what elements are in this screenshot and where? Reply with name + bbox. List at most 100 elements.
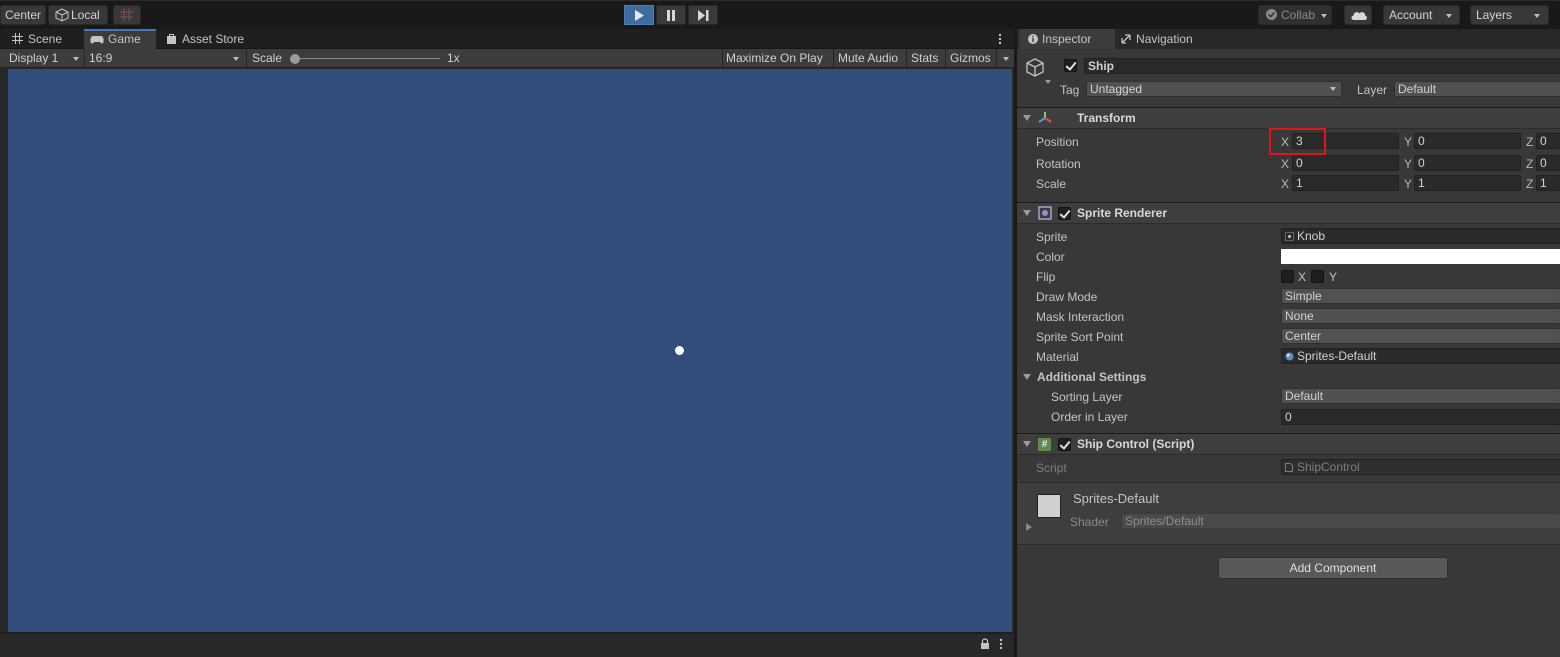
tab-game[interactable]: Game <box>84 29 156 49</box>
divider <box>246 49 247 68</box>
kebab-menu-icon[interactable] <box>999 638 1003 650</box>
flip-y-label: Y <box>1329 270 1338 284</box>
scale-x-field[interactable]: 1 <box>1292 175 1399 191</box>
sorting-layer-dropdown[interactable]: Default <box>1281 388 1560 404</box>
game-status-bar <box>0 634 1014 654</box>
divider <box>833 49 834 68</box>
scale-y-field[interactable]: 1 <box>1414 175 1521 191</box>
aspect-label: 16:9 <box>89 51 113 65</box>
gizmos-dropdown[interactable] <box>1001 49 1013 68</box>
panel-menu-kebab-icon[interactable] <box>998 32 1002 46</box>
add-component-button[interactable]: Add Component <box>1218 557 1448 579</box>
fold-arrow-icon <box>1023 115 1031 121</box>
tag-dropdown[interactable]: Untagged <box>1086 81 1342 97</box>
maximize-on-play-toggle[interactable]: Maximize On Play <box>726 49 823 68</box>
divider <box>996 49 997 68</box>
position-z-field[interactable]: 0 <box>1536 133 1560 149</box>
game-viewport[interactable] <box>8 69 1012 632</box>
local-label: Local <box>71 8 100 22</box>
sprite-renderer-header[interactable]: Sprite Renderer <box>1017 202 1560 224</box>
mute-audio-toggle[interactable]: Mute Audio <box>838 49 898 68</box>
tab-inspector[interactable]: Inspector <box>1019 29 1115 49</box>
display-label: Display 1 <box>9 51 59 65</box>
layer-dropdown[interactable]: Default <box>1394 81 1560 97</box>
rotation-z-field[interactable]: 0 <box>1536 155 1560 171</box>
pivot-center-toggle[interactable]: Center <box>0 5 46 25</box>
main-toolbar: Center Local Collab Account Layers <box>0 0 1560 29</box>
aspect-dropdown[interactable]: 16:9 <box>89 49 245 68</box>
icon-dropdown-caret[interactable] <box>1045 80 1051 84</box>
shader-label: Shader <box>1070 515 1109 529</box>
tab-inspector-label: Inspector <box>1042 32 1092 46</box>
grid-snap-button[interactable] <box>113 5 141 25</box>
pivot-local-toggle[interactable]: Local <box>48 5 108 25</box>
chevron-down-icon <box>1321 13 1328 18</box>
active-checkbox[interactable] <box>1064 59 1077 72</box>
tab-navigation[interactable]: Navigation <box>1117 29 1237 49</box>
chevron-down-icon <box>1330 87 1336 91</box>
script-label: Script <box>1036 461 1067 475</box>
flip-x-checkbox[interactable] <box>1281 270 1294 283</box>
play-button[interactable] <box>624 5 654 25</box>
color-swatch[interactable] <box>1281 249 1560 264</box>
tab-asset-store-label: Asset Store <box>182 32 245 46</box>
scale-slider-thumb[interactable] <box>290 54 300 64</box>
chevron-down-icon <box>1003 57 1009 61</box>
scale-value: 1x <box>447 51 460 65</box>
scale-z-field[interactable]: 1 <box>1536 175 1560 191</box>
transform-header[interactable]: Transform <box>1017 107 1560 129</box>
gameobject-cube-icon <box>1026 58 1044 77</box>
transform-axes-icon <box>1038 112 1052 123</box>
script-hash-icon: # <box>1038 438 1051 451</box>
axis-z-label: Z <box>1526 135 1534 149</box>
grid-icon <box>12 33 23 44</box>
grid-snap-icon <box>121 9 133 21</box>
step-button[interactable] <box>688 5 718 25</box>
material-field[interactable]: Sprites-Default <box>1281 348 1560 364</box>
additional-settings-foldout[interactable]: Additional Settings <box>1037 370 1146 384</box>
scale-label: Scale <box>252 51 283 65</box>
flip-x-label: X <box>1298 270 1307 284</box>
ship-control-header[interactable]: # Ship Control (Script) <box>1017 433 1560 455</box>
expand-arrow-icon[interactable] <box>1026 523 1032 531</box>
sprite-sort-point-dropdown[interactable]: Center <box>1281 328 1560 344</box>
script-file-icon <box>1285 463 1293 472</box>
lock-icon[interactable] <box>980 638 990 649</box>
mask-interaction-dropdown[interactable]: None <box>1281 308 1560 324</box>
stats-toggle[interactable]: Stats <box>911 49 938 68</box>
check-circle-icon <box>1266 9 1277 20</box>
scale-slider-track[interactable] <box>292 58 440 59</box>
rotation-label: Rotation <box>1036 157 1081 171</box>
tab-scene[interactable]: Scene <box>4 29 82 49</box>
pause-button[interactable] <box>656 5 686 25</box>
account-dropdown[interactable]: Account <box>1383 5 1460 25</box>
gizmos-toggle[interactable]: Gizmos <box>950 49 991 68</box>
divider <box>906 49 907 68</box>
sprite-renderer-enabled-checkbox[interactable] <box>1058 207 1071 220</box>
inspector-panel: Inspector Navigation Ship Tag Untagged L… <box>1016 29 1560 657</box>
position-y-field[interactable]: 0 <box>1414 133 1521 149</box>
fold-arrow-icon[interactable] <box>1023 374 1031 380</box>
layers-dropdown[interactable]: Layers <box>1470 5 1549 25</box>
material-preview-name: Sprites-Default <box>1073 491 1159 506</box>
draw-mode-dropdown[interactable]: Simple <box>1281 288 1560 304</box>
tab-asset-store[interactable]: Asset Store <box>158 29 254 49</box>
sprite-field[interactable]: Knob <box>1281 228 1560 244</box>
play-icon <box>635 9 644 21</box>
sprite-renderer-icon <box>1038 206 1052 220</box>
object-name-field[interactable]: Ship <box>1084 58 1560 74</box>
display-dropdown[interactable]: Display 1 <box>9 49 85 68</box>
flip-y-checkbox[interactable] <box>1311 270 1324 283</box>
chevron-down-icon <box>233 57 239 61</box>
chevron-down-icon <box>1446 13 1453 18</box>
order-in-layer-field[interactable]: 0 <box>1281 409 1560 425</box>
cloud-button[interactable] <box>1344 5 1372 25</box>
order-in-layer-label: Order in Layer <box>1051 410 1128 424</box>
rotation-x-field[interactable]: 0 <box>1292 155 1399 171</box>
rotation-y-field[interactable]: 0 <box>1414 155 1521 171</box>
scale-label: Scale <box>1036 177 1067 191</box>
material-label: Material <box>1036 350 1079 364</box>
ship-control-enabled-checkbox[interactable] <box>1058 438 1071 451</box>
collab-dropdown[interactable]: Collab <box>1258 5 1332 25</box>
sprite-asset-icon <box>1285 232 1294 241</box>
